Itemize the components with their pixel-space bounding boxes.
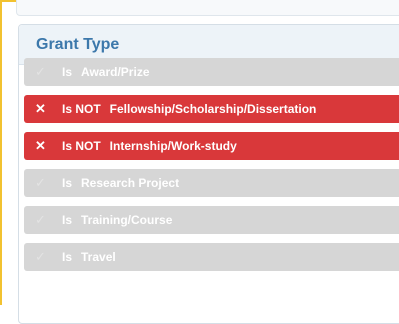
filter-operator: Is: [62, 65, 73, 79]
filter-operator: Is: [62, 250, 73, 264]
filter-operator: Is: [62, 176, 73, 190]
filter-label: Research Project: [81, 176, 180, 190]
filter-travel[interactable]: ✓ Is Travel: [24, 243, 399, 271]
filter-award-prize[interactable]: ✓ Is Award/Prize: [24, 58, 399, 86]
filter-internship-work-study[interactable]: ✕ Is NOT Internship/Work-study: [24, 132, 399, 160]
filter-label: Travel: [81, 250, 116, 264]
previous-panel: [16, 0, 399, 16]
grant-type-filter-list: ✓ Is Award/Prize ✕ Is NOT Fellowship/Sch…: [24, 58, 399, 280]
filter-research-project[interactable]: ✓ Is Research Project: [24, 169, 399, 197]
filter-label: Fellowship/Scholarship/Dissertation: [109, 102, 317, 116]
filter-fellowship-scholarship-dissertation[interactable]: ✕ Is NOT Fellowship/Scholarship/Disserta…: [24, 95, 399, 123]
page-frame: Grant Type ✓ Is Award/Prize ✕ Is NOT Fel…: [0, 0, 399, 324]
filter-training-course[interactable]: ✓ Is Training/Course: [24, 206, 399, 234]
cross-icon: ✕: [35, 138, 46, 153]
filter-operator: Is NOT: [62, 102, 101, 116]
check-icon: ✓: [35, 175, 46, 190]
cross-icon: ✕: [35, 101, 46, 116]
filter-operator: Is NOT: [62, 139, 101, 153]
check-icon: ✓: [35, 249, 46, 264]
panel-title: Grant Type: [36, 35, 120, 53]
filter-label: Internship/Work-study: [109, 139, 237, 153]
filter-operator: Is: [62, 213, 73, 227]
filter-label: Award/Prize: [81, 65, 150, 79]
check-icon: ✓: [35, 64, 46, 79]
filter-label: Training/Course: [81, 213, 173, 227]
check-icon: ✓: [35, 212, 46, 227]
